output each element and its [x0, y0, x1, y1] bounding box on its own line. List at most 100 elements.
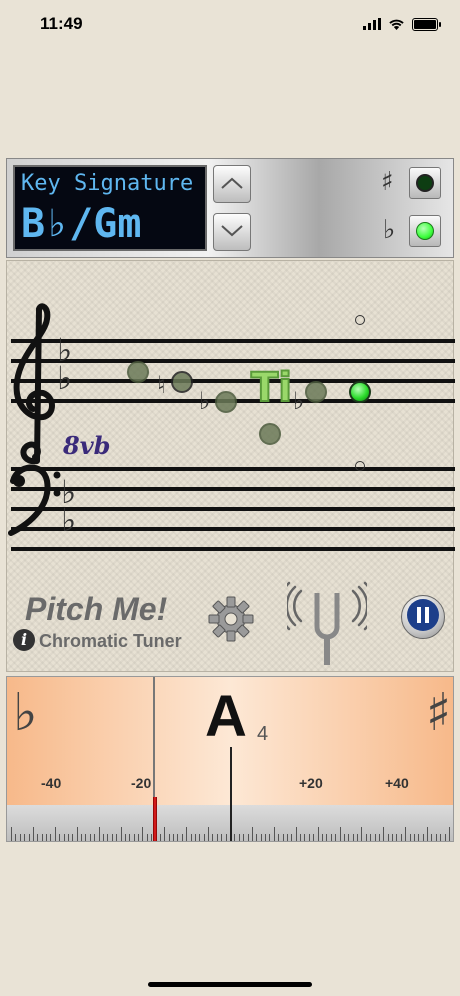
cent-label: +40	[385, 775, 409, 791]
flat-toggle[interactable]	[409, 215, 441, 247]
scale-tick	[247, 834, 249, 841]
scale-tick	[400, 834, 402, 841]
info-button[interactable]: i	[13, 629, 35, 651]
battery-icon	[412, 17, 441, 31]
tuning-fork-button[interactable]	[278, 581, 376, 671]
tuner-sharp-label: ♯	[425, 683, 451, 743]
scale-tick	[24, 834, 26, 841]
sharp-led	[416, 174, 434, 192]
scale-tick	[159, 834, 161, 841]
scale-tick	[427, 827, 429, 841]
scale-tick	[15, 834, 17, 841]
scale-tick	[94, 834, 96, 841]
scale-tick	[120, 827, 122, 841]
treble-staff-line	[11, 359, 455, 363]
treble-staff-line	[11, 339, 455, 343]
scale-tick	[422, 834, 424, 841]
app-title: Pitch Me!	[25, 591, 168, 627]
key-down-button[interactable]	[213, 213, 251, 251]
scale-tick	[76, 827, 78, 841]
scale-tick	[405, 827, 407, 841]
bass-clef-icon	[7, 461, 63, 541]
app-subtitle: Chromatic Tuner	[39, 631, 182, 651]
cent-label: +20	[299, 775, 323, 791]
note-marker	[127, 361, 149, 383]
settings-button[interactable]	[207, 595, 255, 647]
current-note-label: Ti	[250, 364, 293, 412]
scale-tick	[107, 834, 109, 841]
scale-tick	[409, 834, 411, 841]
scale-tick	[199, 834, 201, 841]
tuner-octave: 4	[257, 723, 269, 745]
chevron-down-icon	[220, 223, 244, 242]
treble-clef-icon	[9, 301, 59, 475]
range-marker-bottom	[355, 461, 365, 471]
chevron-up-icon	[220, 175, 244, 194]
scale-tick	[449, 827, 450, 841]
pause-button[interactable]	[401, 595, 445, 639]
scale-tick	[151, 834, 153, 841]
note-marker	[305, 381, 327, 403]
pause-icon	[406, 598, 440, 636]
scale-tick	[321, 834, 323, 841]
scale-tick	[37, 834, 39, 841]
note-marker	[215, 391, 237, 413]
scale-tick	[370, 834, 372, 841]
scale-tick	[72, 834, 74, 841]
scale-tick	[168, 834, 170, 841]
scale-tick	[203, 834, 205, 841]
key-up-button[interactable]	[213, 165, 251, 203]
bass-staff-line	[11, 487, 455, 491]
key-signature-title: Key Signature	[21, 171, 194, 196]
scale-tick	[352, 834, 354, 841]
note-marker	[171, 371, 193, 393]
scale-tick	[378, 834, 380, 841]
scale-tick	[300, 834, 302, 841]
scale-tick	[98, 827, 100, 841]
scale-tick	[413, 834, 415, 841]
scale-tick	[177, 834, 179, 841]
scale-tick	[317, 827, 319, 841]
scale-tick	[286, 834, 288, 841]
scale-tick	[374, 834, 376, 841]
needle-shadow	[153, 677, 155, 805]
scale-tick	[221, 834, 223, 841]
scale-tick	[212, 834, 214, 841]
scale-tick	[383, 827, 385, 841]
scale-tick	[339, 827, 341, 841]
scale-tick	[304, 834, 306, 841]
center-mark	[230, 747, 232, 841]
scale-tick	[326, 834, 328, 841]
sharp-toggle[interactable]	[409, 167, 441, 199]
scale-tick	[28, 834, 30, 841]
scale-tick	[357, 834, 359, 841]
scale-tick	[238, 834, 240, 841]
target-note-indicator	[349, 381, 371, 403]
scale-tick	[435, 834, 437, 841]
scale-tick	[190, 834, 192, 841]
scale-tick	[102, 834, 104, 841]
status-icons	[363, 14, 441, 34]
scale-tick	[186, 827, 188, 841]
scale-tick	[194, 834, 196, 841]
scale-tick	[260, 834, 262, 841]
scale-tick	[234, 834, 236, 841]
scale-tick	[173, 834, 175, 841]
scale-tick	[387, 834, 389, 841]
scale-tick	[32, 827, 34, 841]
key-signature-display: Key Signature B♭/Gm	[13, 165, 207, 251]
note-marker	[259, 423, 281, 445]
gear-icon	[207, 596, 255, 647]
tuner-note: A	[205, 684, 247, 749]
scale-tick	[348, 834, 350, 841]
scale-tick	[361, 827, 363, 841]
scale-tick	[243, 834, 245, 841]
scale-tick	[308, 834, 310, 841]
scale-tick	[225, 834, 227, 841]
scale-tick	[313, 834, 315, 841]
scale-tick	[265, 834, 267, 841]
scale-tick	[116, 834, 118, 841]
scale-tick	[142, 827, 144, 841]
scale-tick	[111, 834, 113, 841]
bass-staff-line	[11, 547, 455, 551]
